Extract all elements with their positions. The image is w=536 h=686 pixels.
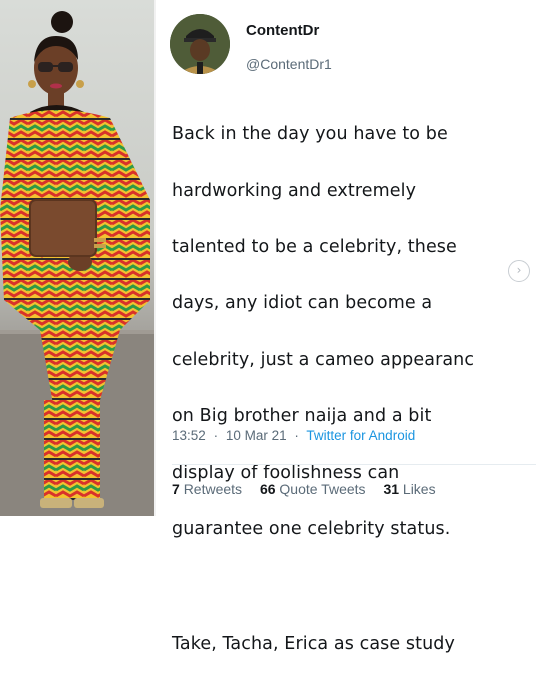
tweet-closing-line: Take, Tacha, Erica as case study [172, 633, 455, 654]
likes-count: 31 [383, 481, 400, 497]
tweet-line: talented to be a celebrity, these [172, 237, 457, 258]
divider-line [172, 464, 536, 465]
avatar-image [170, 14, 230, 74]
tweet-line: on Big brother naija and a bit [172, 406, 432, 427]
likes-label: Likes [402, 481, 436, 497]
retweets-label: Retweets [183, 481, 243, 497]
tweet-line: celebrity, just a cameo appearanc [172, 349, 475, 370]
person-photo [0, 11, 154, 516]
tweet-line: Back in the day you have to be [172, 124, 448, 145]
meta-separator: · [294, 428, 299, 443]
tweet-line: guarantee one celebrity status. [172, 519, 451, 540]
tweet-line: hardworking and extremely [172, 180, 417, 201]
photo-panel [0, 0, 154, 516]
chevron-right-icon[interactable]: › [508, 260, 530, 282]
avatar[interactable] [170, 14, 230, 74]
tweet-source-link[interactable]: Twitter for Android [306, 428, 415, 443]
user-handle[interactable]: @ContentDr1 [246, 56, 332, 72]
quote-tweets-stat[interactable]: 66 Quote Tweets [260, 481, 370, 497]
tweet-stats: 7 Retweets 66 Quote Tweets 31 Likes [172, 481, 450, 497]
likes-stat[interactable]: 31 Likes [383, 481, 435, 497]
quote-tweets-label: Quote Tweets [279, 481, 366, 497]
tweet-meta: 13:52 · 10 Mar 21 · Twitter for Android [172, 428, 415, 443]
quote-tweets-count: 66 [259, 481, 276, 497]
tweet-date[interactable]: 10 Mar 21 [226, 428, 287, 443]
meta-separator: · [213, 428, 219, 443]
display-name[interactable]: ContentDr [246, 22, 319, 39]
tweet-time[interactable]: 13:52 [172, 428, 206, 443]
retweets-count: 7 [172, 481, 180, 497]
retweets-stat[interactable]: 7 Retweets [172, 481, 246, 497]
tweet-card: ContentDr @ContentDr1 Back in the day yo… [156, 0, 536, 654]
tweet-line: days, any idiot can become a [172, 293, 433, 314]
tweet-text: Back in the day you have to be hardworki… [172, 92, 536, 686]
